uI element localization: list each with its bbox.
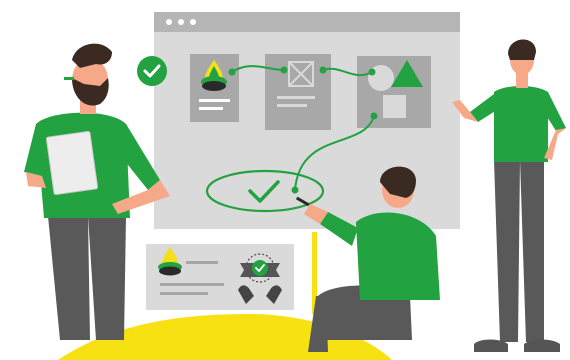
shapes-card (357, 56, 431, 128)
window-dots (166, 19, 196, 25)
window-dot (190, 19, 196, 25)
image-placeholder-card (265, 54, 331, 130)
browser-titlebar (154, 12, 460, 32)
logo-card (190, 54, 239, 122)
window-dot (166, 19, 172, 25)
check-circle-icon (137, 56, 167, 86)
workflow-illustration (24, 12, 566, 360)
browser-window (154, 12, 460, 229)
brand-card (146, 244, 294, 310)
woman-pointing (452, 39, 566, 352)
window-dot (178, 19, 184, 25)
